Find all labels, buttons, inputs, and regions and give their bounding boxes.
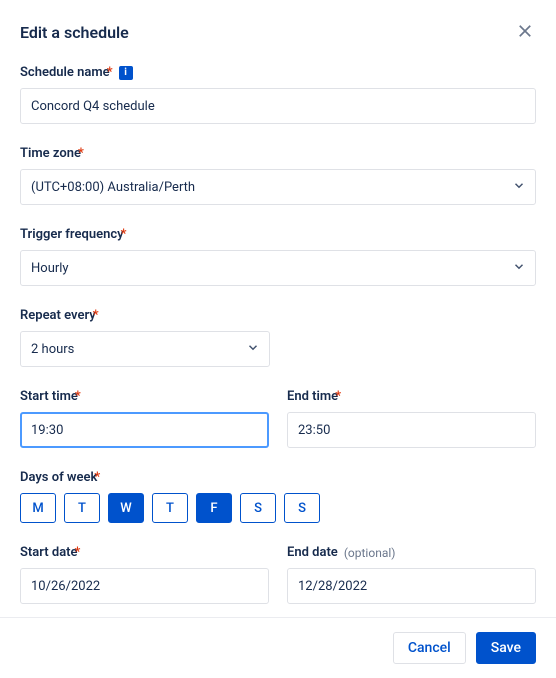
end-time-input[interactable] <box>287 412 536 448</box>
required-marker: * <box>107 65 113 80</box>
schedule-name-group: Schedule name* i <box>20 65 536 124</box>
modal-body: Schedule name* i Time zone* (UTC+08:00) … <box>0 53 556 617</box>
timezone-label: Time zone* <box>20 146 536 161</box>
modal-title: Edit a schedule <box>20 23 129 42</box>
timezone-select[interactable]: (UTC+08:00) Australia/Perth <box>20 169 536 205</box>
required-marker: * <box>93 308 99 323</box>
optional-marker: (optional) <box>344 546 396 560</box>
start-time-label: Start time* <box>20 389 269 404</box>
trigger-frequency-group: Trigger frequency* Hourly <box>20 227 536 286</box>
modal-footer: Cancel Save <box>0 617 556 678</box>
close-icon <box>516 22 534 43</box>
save-button[interactable]: Save <box>476 632 536 664</box>
required-marker: * <box>75 545 81 560</box>
day-monday[interactable]: M <box>20 493 56 523</box>
end-date-label: End date (optional) <box>287 545 536 560</box>
repeat-every-label: Repeat every* <box>20 308 536 323</box>
day-thursday[interactable]: T <box>152 493 188 523</box>
start-time-input[interactable] <box>20 412 269 448</box>
required-marker: * <box>75 389 81 404</box>
required-marker: * <box>78 146 84 161</box>
cancel-button[interactable]: Cancel <box>393 632 466 664</box>
timezone-group: Time zone* (UTC+08:00) Australia/Perth <box>20 146 536 205</box>
trigger-frequency-label: Trigger frequency* <box>20 227 536 242</box>
day-tuesday[interactable]: T <box>64 493 100 523</box>
days-of-week-label: Days of week* <box>20 470 536 485</box>
start-time-group: Start time* <box>20 389 269 448</box>
end-time-group: End time* <box>287 389 536 448</box>
start-date-group: Start date* <box>20 545 269 604</box>
schedule-name-input[interactable] <box>20 88 536 124</box>
end-time-label: End time* <box>287 389 536 404</box>
start-date-label: Start date* <box>20 545 269 560</box>
trigger-frequency-value: Hourly <box>20 250 536 286</box>
close-button[interactable] <box>514 20 536 45</box>
day-sunday[interactable]: S <box>284 493 320 523</box>
trigger-frequency-select[interactable]: Hourly <box>20 250 536 286</box>
edit-schedule-modal: Edit a schedule Schedule name* i Time zo… <box>0 0 556 678</box>
start-date-input[interactable] <box>20 568 269 604</box>
day-saturday[interactable]: S <box>240 493 276 523</box>
day-wednesday[interactable]: W <box>108 493 144 523</box>
days-row: M T W T F S S <box>20 493 536 523</box>
timezone-value: (UTC+08:00) Australia/Perth <box>20 169 536 205</box>
days-of-week-group: Days of week* M T W T F S S <box>20 470 536 523</box>
info-icon[interactable]: i <box>119 66 133 80</box>
day-friday[interactable]: F <box>196 493 232 523</box>
repeat-every-select[interactable]: 2 hours <box>20 331 270 367</box>
end-date-input[interactable] <box>287 568 536 604</box>
end-date-group: End date (optional) <box>287 545 536 604</box>
required-marker: * <box>121 227 127 242</box>
schedule-name-label: Schedule name* i <box>20 65 536 80</box>
modal-header: Edit a schedule <box>0 0 556 53</box>
repeat-every-value: 2 hours <box>20 331 270 367</box>
required-marker: * <box>94 470 100 485</box>
repeat-every-group: Repeat every* 2 hours <box>20 308 536 367</box>
required-marker: * <box>335 389 341 404</box>
